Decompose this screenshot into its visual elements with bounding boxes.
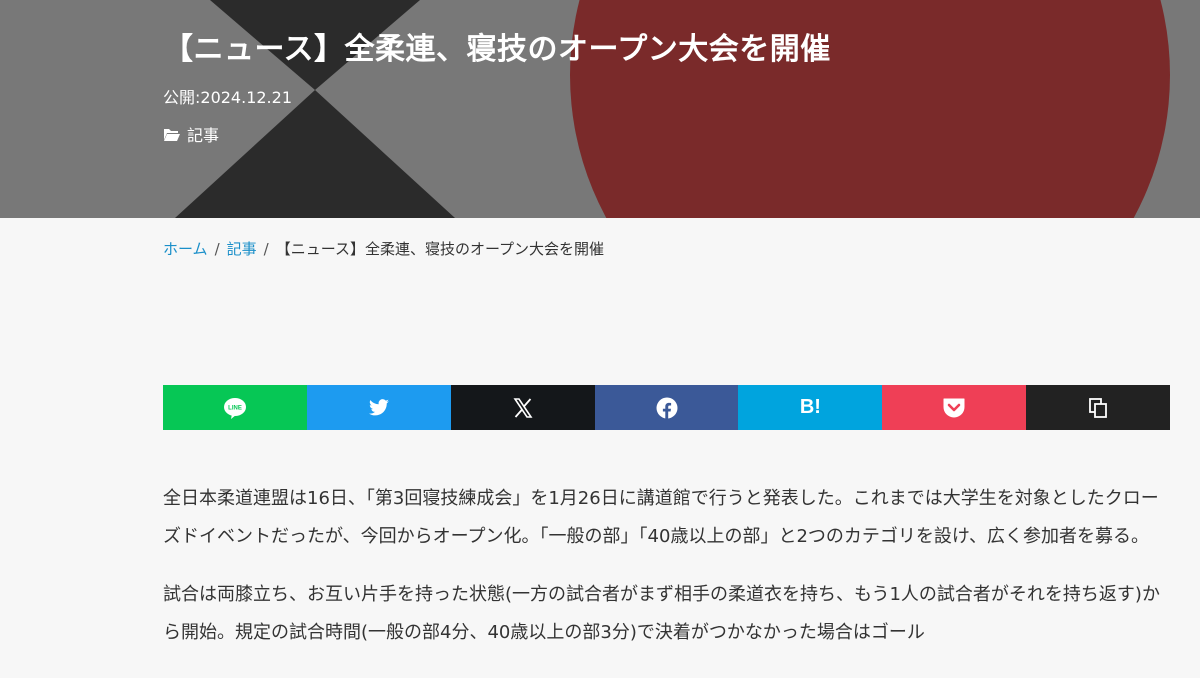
category-label: 記事 bbox=[187, 126, 220, 145]
breadcrumb-category[interactable]: 記事 bbox=[227, 238, 257, 259]
breadcrumb-home[interactable]: ホーム bbox=[163, 238, 208, 259]
published-date: 公開:2024.12.21 bbox=[163, 88, 293, 107]
share-twitter-button[interactable] bbox=[306, 385, 451, 430]
article-title: 【ニュース】全柔連、寝技のオープン大会を開催 bbox=[163, 32, 831, 67]
share-x-button[interactable] bbox=[450, 385, 595, 430]
breadcrumb-separator: / bbox=[214, 239, 220, 258]
share-line-button[interactable]: LINE bbox=[163, 385, 307, 430]
article-paragraph: 全日本柔道連盟は16日、「第3回寝技練成会」を1月26日に講道館で行うと発表した… bbox=[163, 488, 1159, 547]
svg-text:LINE: LINE bbox=[228, 405, 242, 411]
share-pocket-button[interactable] bbox=[882, 385, 1027, 430]
breadcrumb-current: 【ニュース】全柔連、寝技のオープン大会を開催 bbox=[275, 240, 605, 258]
share-facebook-button[interactable] bbox=[594, 385, 739, 430]
article-body: 全日本柔道連盟は16日、「第3回寝技練成会」を1月26日に講道館で行うと発表した… bbox=[163, 480, 1163, 672]
article-paragraph: 試合は両膝立ち、お互い片手を持った状態(一方の試合者がまず相手の柔道衣を持ち、も… bbox=[163, 584, 1160, 643]
x-logo-icon bbox=[513, 397, 533, 418]
share-hatena-button[interactable]: B! bbox=[738, 385, 883, 430]
category-link[interactable]: 記事 bbox=[163, 122, 219, 146]
folder-open-icon bbox=[163, 127, 181, 141]
copy-icon bbox=[1087, 397, 1109, 419]
breadcrumb: ホーム / 記事 / 【ニュース】全柔連、寝技のオープン大会を開催 bbox=[163, 238, 604, 259]
facebook-icon bbox=[656, 397, 678, 419]
breadcrumb-separator: / bbox=[263, 239, 269, 258]
article-hero: 【ニュース】全柔連、寝技のオープン大会を開催 公開:2024.12.21 記事 bbox=[0, 0, 1200, 218]
share-copy-button[interactable] bbox=[1026, 385, 1171, 430]
line-icon: LINE bbox=[223, 397, 247, 419]
pocket-icon bbox=[942, 397, 966, 419]
share-bar: LINE B! bbox=[163, 385, 1171, 430]
hatena-bookmark-icon: B! bbox=[799, 396, 821, 418]
twitter-bird-icon bbox=[368, 398, 390, 417]
